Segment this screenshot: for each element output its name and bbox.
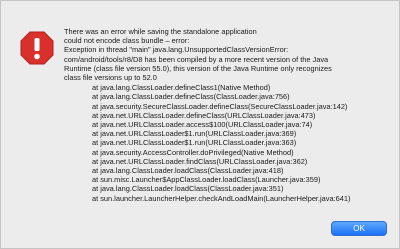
message-line: com/android/tools/r8/D8 has been compile… xyxy=(64,54,329,64)
error-message: There was an error while saving the stan… xyxy=(64,27,393,203)
message-line: Runtime (class file version 55.0), this … xyxy=(64,63,332,73)
stack-frame: at java.net.URLClassLoader.access$100(UR… xyxy=(92,120,313,130)
stack-frame: at java.security.AccessController.doPriv… xyxy=(92,147,294,157)
stack-frame: at java.net.URLClassLoader.findClass(URL… xyxy=(92,156,308,166)
stack-frame: at java.net.URLClassLoader.defineClass(U… xyxy=(92,110,316,120)
message-line: could not encode class bundle – error: xyxy=(64,36,190,46)
message-line: Exception in thread "main" java.lang.Uns… xyxy=(64,45,289,55)
stack-frame: at sun.misc.Launcher$AppClassLoader.load… xyxy=(92,175,321,185)
stack-frame: at java.net.URLClassLoader$1.run(URLClas… xyxy=(92,138,297,148)
stack-frame: at java.lang.ClassLoader.defineClass(Cla… xyxy=(92,92,290,102)
stack-frame: at java.lang.ClassLoader.loadClass(Class… xyxy=(92,184,284,194)
stack-frame: at java.lang.ClassLoader.loadClass(Class… xyxy=(92,166,284,176)
message-line: class file versions up to 52.0 xyxy=(64,73,157,83)
stack-trace: at java.lang.ClassLoader.defineClass1(Na… xyxy=(64,83,393,203)
error-dialog: There was an error while saving the stan… xyxy=(0,0,400,249)
stack-frame: at java.lang.ClassLoader.defineClass1(Na… xyxy=(92,83,271,93)
ok-button[interactable]: OK xyxy=(331,221,387,236)
stack-frame: at java.net.URLClassLoader$1.run(URLClas… xyxy=(92,129,297,139)
stack-frame: at sun.launcher.LauncherHelper.checkAndL… xyxy=(92,193,351,203)
stack-frame: at java.security.SecureClassLoader.defin… xyxy=(92,101,348,111)
message-line: There was an error while saving the stan… xyxy=(64,27,257,36)
error-alert-icon xyxy=(20,31,54,65)
